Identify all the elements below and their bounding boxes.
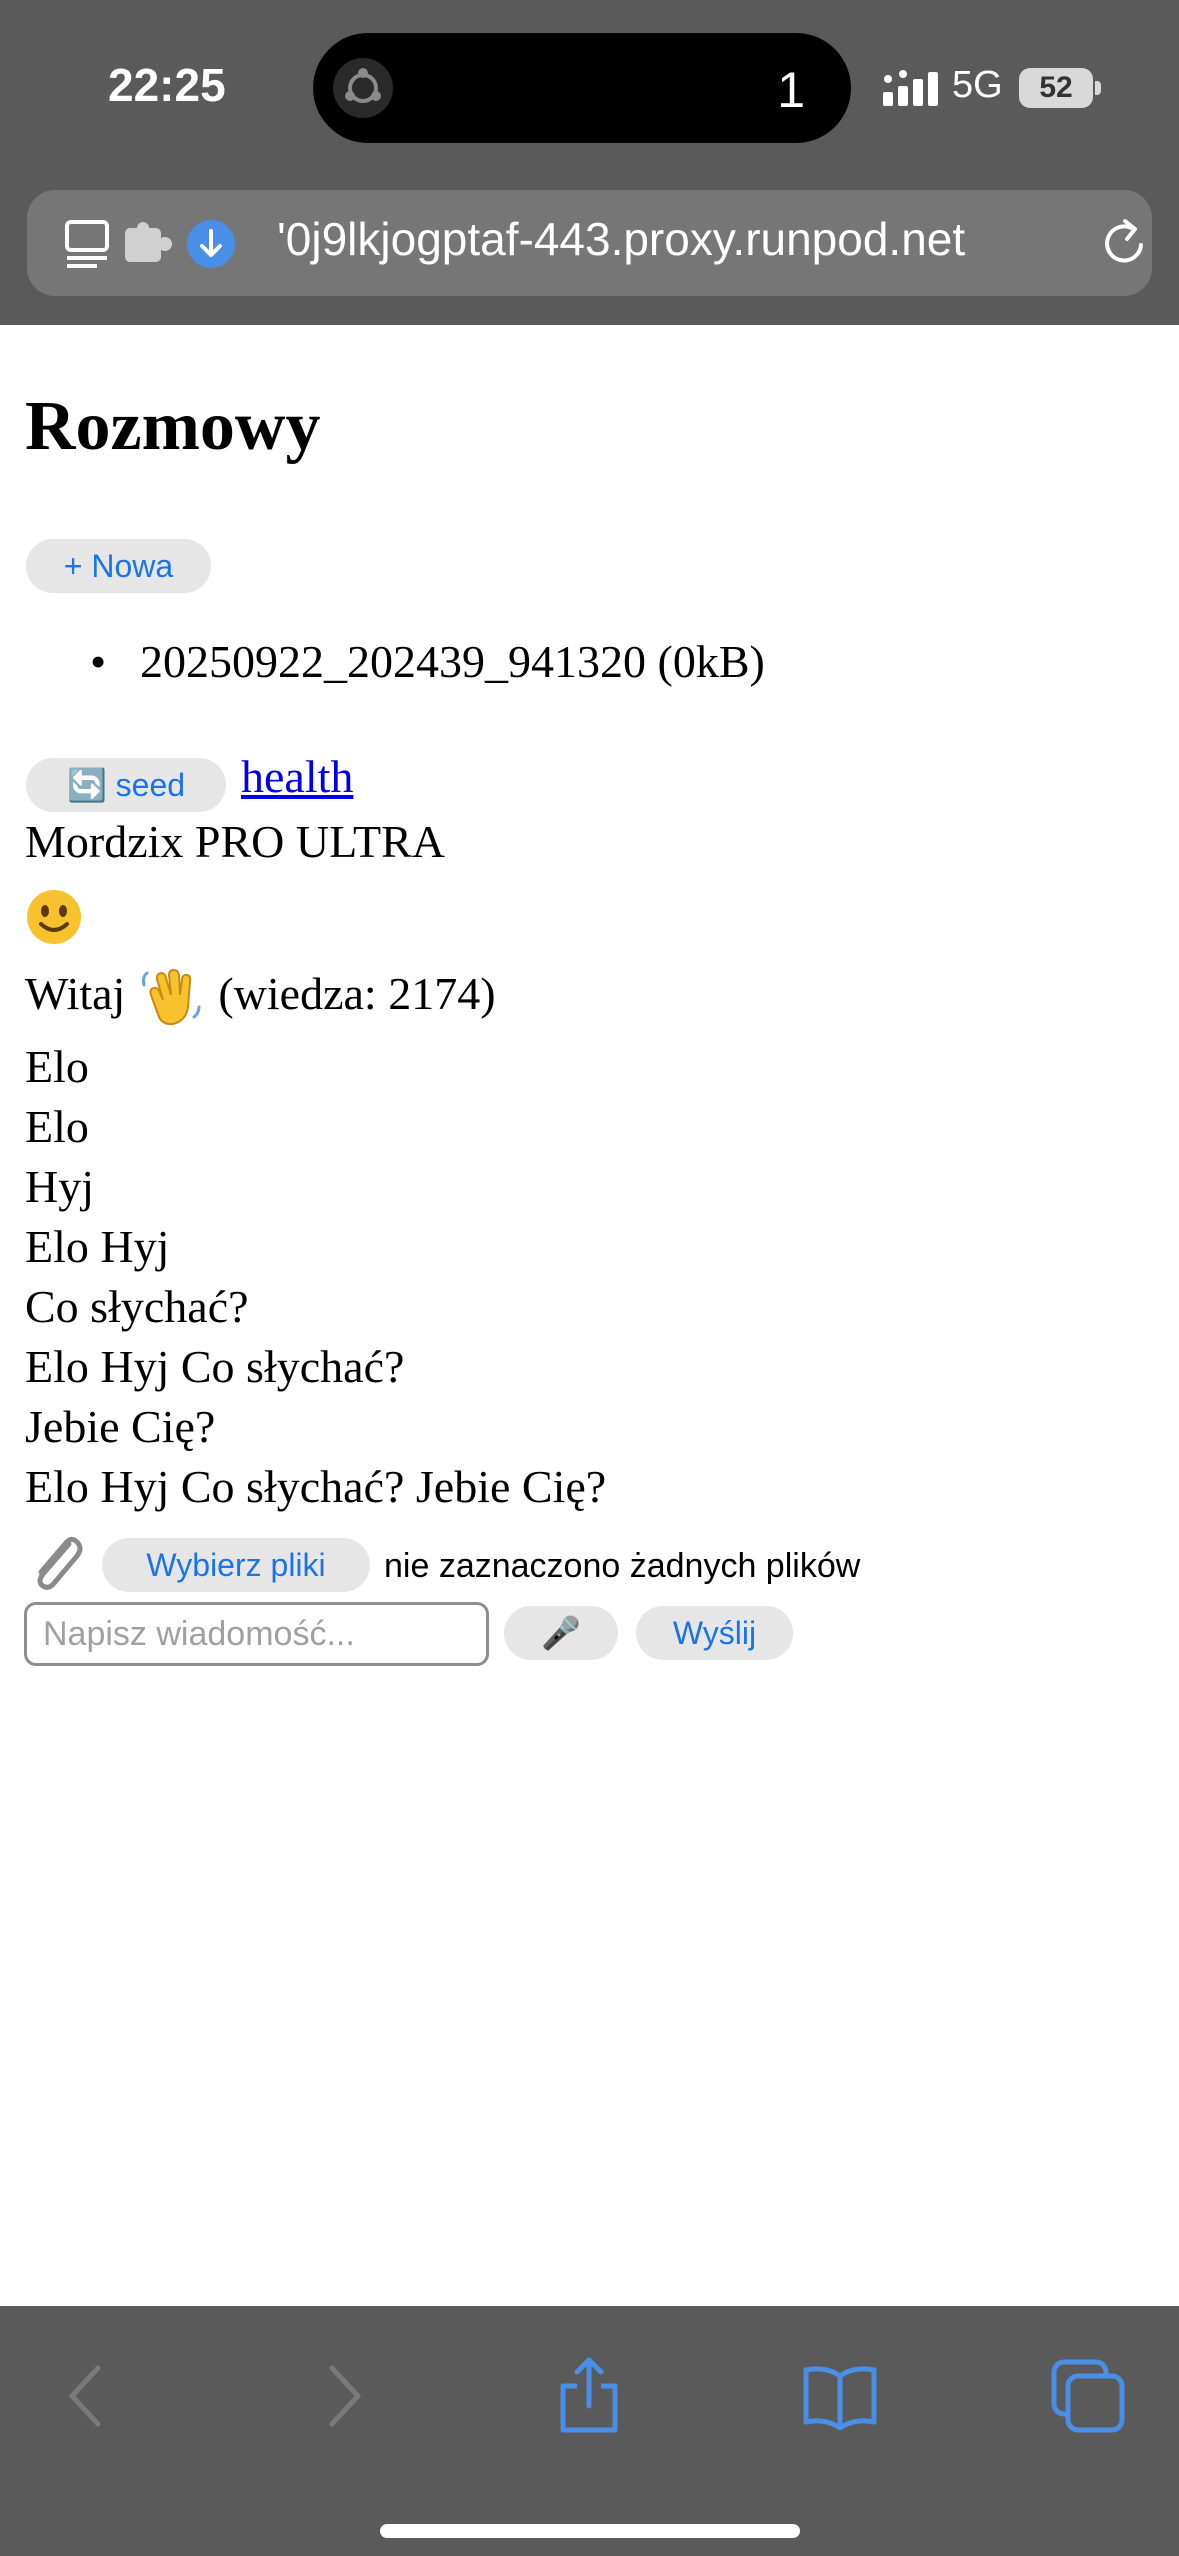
conversation-list: 20250922_202439_941320 (0kB)	[90, 635, 765, 688]
file-status: nie zaznaczono żadnych plików	[384, 1547, 861, 1585]
message-line: Elo	[25, 1101, 89, 1152]
reload-icon[interactable]	[1097, 215, 1153, 271]
message-line: Elo Hyj Co słychać? Jebie Cię?	[25, 1461, 607, 1512]
sidebar-icon[interactable]	[63, 218, 113, 270]
choose-files-button[interactable]: Wybierz pliki	[102, 1538, 370, 1592]
microphone-button[interactable]: 🎤	[504, 1606, 618, 1660]
back-icon[interactable]	[48, 2356, 128, 2436]
message-input[interactable]	[24, 1602, 489, 1666]
page-title: Rozmowy	[25, 388, 321, 465]
status-time: 22:25	[108, 59, 226, 111]
greeting-line: Witaj (wiedza: 2174)	[25, 967, 496, 1029]
download-icon[interactable]	[185, 218, 237, 270]
dynamic-island[interactable]: 1	[313, 33, 851, 143]
message-line: Elo	[25, 1041, 89, 1092]
message-line: Elo Hyj Co słychać?	[25, 1341, 405, 1392]
home-indicator	[380, 2524, 800, 2538]
greeting-prefix: Witaj	[25, 968, 126, 1019]
battery-level: 52	[1019, 68, 1093, 108]
share-icon[interactable]	[549, 2356, 629, 2436]
message-line: Elo Hyj	[25, 1221, 170, 1272]
ubuntu-icon	[333, 58, 393, 118]
signal-icon	[883, 70, 938, 106]
message-line: Co słychać?	[25, 1281, 249, 1332]
island-counter: 1	[777, 62, 805, 118]
waving-hand-icon	[141, 969, 201, 1026]
greeting-suffix: (wiedza: 2174)	[218, 968, 496, 1019]
tabs-icon[interactable]	[1048, 2356, 1128, 2436]
extension-icon[interactable]	[123, 222, 175, 266]
smile-emoji-icon	[27, 890, 81, 944]
message-line: Hyj	[25, 1161, 94, 1212]
battery-tip	[1095, 81, 1101, 95]
new-conversation-button[interactable]: + Nowa	[26, 539, 211, 593]
url-text[interactable]: '0j9lkjogptaf-443.proxy.runpod.net	[277, 212, 1077, 266]
bookmarks-icon[interactable]	[800, 2356, 880, 2436]
send-button[interactable]: Wyślij	[636, 1606, 793, 1660]
model-name: Mordzix PRO ULTRA	[25, 816, 445, 867]
seed-button[interactable]: 🔄 seed	[26, 758, 226, 812]
message-line: Jebie Cię?	[25, 1401, 216, 1452]
health-link[interactable]: health	[241, 750, 353, 803]
browser-top-bar: 22:25 1 5G 52 '0j9lkjogptaf-443.proxy.ru…	[0, 0, 1179, 325]
browser-bottom-toolbar	[0, 2306, 1179, 2556]
network-type: 5G	[952, 64, 1003, 106]
address-bar[interactable]: '0j9lkjogptaf-443.proxy.runpod.net	[27, 190, 1152, 296]
conversation-item[interactable]: 20250922_202439_941320 (0kB)	[90, 635, 765, 688]
paperclip-icon	[37, 1536, 83, 1590]
forward-icon[interactable]	[302, 2356, 382, 2436]
